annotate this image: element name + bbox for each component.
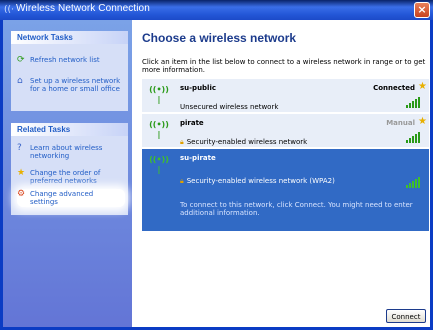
page-title: Choose a wireless network bbox=[142, 31, 297, 45]
related-tasks-panel: Related Tasks ? Learn about wireless net… bbox=[11, 123, 128, 215]
network-name: su-pirate bbox=[180, 154, 216, 162]
lock-icon: 🔒︎ bbox=[180, 138, 184, 146]
related-tasks-title: Related Tasks bbox=[11, 123, 128, 136]
task-label: Change advanced settings bbox=[30, 190, 94, 206]
connect-button[interactable]: Connect bbox=[386, 309, 426, 323]
task-label: Learn about wireless networking bbox=[30, 144, 103, 160]
setup-wireless-icon: ⌂ bbox=[17, 76, 23, 86]
task-label: Refresh network list bbox=[30, 56, 100, 64]
network-item-su-public[interactable]: ((•)) | su-public Connected ★ Unsecured w… bbox=[142, 79, 429, 112]
lock-icon: 🔒︎ bbox=[180, 177, 184, 185]
wireless-network-icon: ((•)) | bbox=[149, 155, 169, 174]
network-item-pirate[interactable]: ((•)) | pirate Manual ★ 🔒︎ Security-enable… bbox=[142, 114, 429, 147]
network-security-row: 🔒︎ Security-enabled wireless network (WPA… bbox=[180, 177, 335, 186]
network-security: Unsecured wireless network bbox=[180, 103, 279, 111]
network-status: Manual bbox=[386, 119, 415, 127]
network-name: pirate bbox=[180, 119, 204, 127]
wireless-network-icon: ((•)) | bbox=[149, 85, 169, 104]
wireless-icon: ((· bbox=[4, 5, 14, 15]
task-label: Change the order of preferred networks bbox=[30, 169, 101, 185]
close-button[interactable]: × bbox=[414, 2, 430, 18]
signal-strength-icon bbox=[406, 177, 423, 188]
title-bar[interactable]: ((· Wireless Network Connection × bbox=[0, 0, 433, 20]
star-icon: ★ bbox=[17, 168, 26, 178]
close-icon: × bbox=[417, 3, 427, 16]
network-name: su-public bbox=[180, 84, 217, 92]
window-title: Wireless Network Connection bbox=[16, 3, 150, 14]
help-icon: ? bbox=[17, 143, 22, 153]
main-panel: Choose a wireless network Click an item … bbox=[132, 20, 430, 327]
star-icon: ★ bbox=[418, 81, 427, 92]
network-security: Security-enabled wireless network bbox=[186, 138, 308, 146]
star-icon: ★ bbox=[418, 116, 427, 127]
instruction-text: Click an item in the list below to conne… bbox=[142, 58, 426, 74]
task-label: Set up a wireless network for a home or … bbox=[30, 77, 121, 93]
network-item-su-pirate[interactable]: ((•)) | su-pirate 🔒︎ Security-enabled wire… bbox=[142, 149, 429, 231]
network-list[interactable]: ((•)) | su-public Connected ★ Unsecured w… bbox=[142, 79, 429, 319]
signal-strength-icon bbox=[406, 132, 423, 143]
network-tasks-title: Network Tasks bbox=[11, 31, 128, 44]
settings-icon: ⚙ bbox=[17, 189, 26, 199]
refresh-icon: ⟳ bbox=[17, 55, 25, 65]
signal-strength-icon bbox=[406, 97, 423, 108]
network-security: Security-enabled wireless network (WPA2) bbox=[186, 177, 335, 185]
wireless-network-icon: ((•)) | bbox=[149, 120, 169, 139]
task-change-advanced-settings[interactable]: ⚙ Change advanced settings bbox=[17, 189, 125, 207]
network-status: Connected bbox=[373, 84, 415, 92]
connect-hint: To connect to this network, click Connec… bbox=[180, 201, 413, 217]
network-security-row: 🔒︎ Security-enabled wireless network bbox=[180, 138, 307, 147]
network-tasks-panel: Network Tasks ⟳ Refresh network list ⌂ S… bbox=[11, 31, 128, 111]
sidebar: Network Tasks ⟳ Refresh network list ⌂ S… bbox=[3, 20, 132, 327]
